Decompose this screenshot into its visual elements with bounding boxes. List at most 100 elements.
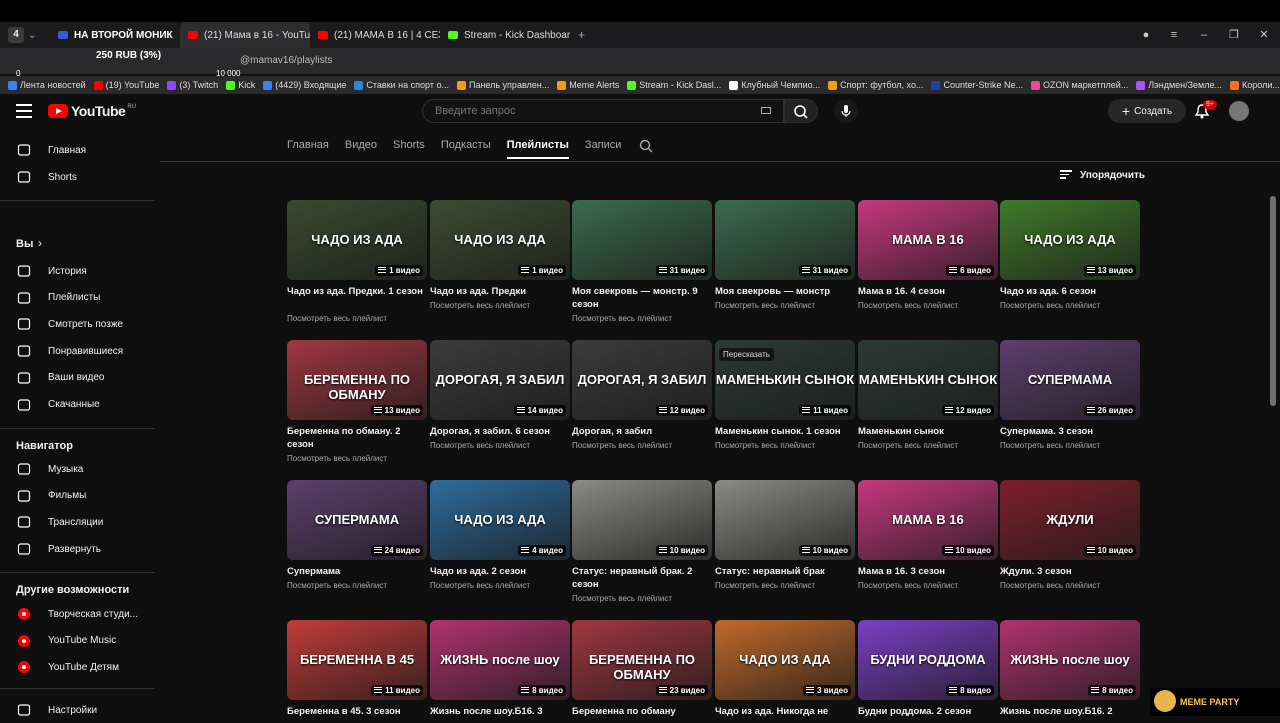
bookmark-item[interactable]: Meme Alerts [557,80,619,90]
minimize-icon[interactable]: – [1190,22,1218,48]
playlist-thumbnail[interactable]: ЖИЗНЬ после шоу 8 видео [1000,620,1140,700]
sidebar-item[interactable]: Развернуть [0,536,160,562]
search-input[interactable] [423,100,743,122]
sidebar-item[interactable]: YouTube Детям [0,654,160,680]
playlist-thumbnail[interactable]: СУПЕРМАМА 26 видео [1000,340,1140,420]
playlist-title[interactable]: Жизнь после шоу.Б16. 2 [1000,705,1140,718]
channel-tab[interactable]: Главная [287,139,329,159]
playlist-title[interactable]: Дорогая, я забил [572,425,712,438]
channel-tab[interactable]: Shorts [393,139,425,159]
playlist-title[interactable]: Чадо из ада. 2 сезон [430,565,570,578]
playlist-title[interactable]: Дорогая, я забил. 6 сезон [430,425,570,438]
view-full-playlist-link[interactable]: Посмотреть весь плейлист [858,581,998,590]
bookmark-item[interactable]: Панель управлен... [456,80,549,90]
playlist-thumbnail[interactable]: ЧАДО ИЗ АДА 13 видео [1000,200,1140,280]
playlist-thumbnail[interactable]: 31 видео [715,200,855,280]
view-full-playlist-link[interactable]: Посмотреть весь плейлист [430,301,570,310]
playlist-title[interactable]: Моя свекровь — монстр. 9 сезон [572,285,712,311]
playlist-title[interactable]: Чадо из ада. Никогда не [715,705,855,718]
view-full-playlist-link[interactable]: Посмотреть весь плейлист [287,581,427,590]
playlist-thumbnail[interactable]: 10 видео [715,480,855,560]
playlist-thumbnail[interactable]: МАМА В 16 6 видео [858,200,998,280]
bookmark-item[interactable]: Counter-Strike Ne... [931,80,1023,90]
playlist-thumbnail[interactable]: 10 видео [572,480,712,560]
search-button[interactable] [784,99,818,123]
playlist-title[interactable]: Супермама. 3 сезон [1000,425,1140,438]
sidebar-item[interactable]: Смотреть позже [0,311,160,337]
playlist-thumbnail[interactable]: МАМЕНЬКИН СЫНОК 12 видео [858,340,998,420]
bookmark-item[interactable]: Короли... [1230,80,1280,90]
bookmark-item[interactable]: Kick [226,80,255,90]
sidebar-item[interactable]: Фильмы [0,483,160,509]
keyboard-icon[interactable] [761,107,771,114]
url-text[interactable]: @mamav16/playlists [240,55,332,66]
playlist-thumbnail[interactable]: ЖДУЛИ 10 видео [1000,480,1140,560]
playlist-title[interactable]: Чадо из ада. 6 сезон [1000,285,1140,298]
playlist-thumbnail[interactable]: БЕРЕМЕННА ПО ОБМАНУ 13 видео [287,340,427,420]
bookmark-item[interactable]: Клубный Чемпио... [729,80,820,90]
restore-icon[interactable]: ❐ [1220,22,1248,48]
create-button[interactable]: + Создать [1108,99,1186,123]
browser-tab[interactable]: Stream - Kick Dashboard [440,22,570,48]
summarize-chip[interactable]: Пересказать [719,348,774,361]
playlist-thumbnail[interactable]: ЧАДО ИЗ АДА 4 видео [430,480,570,560]
tab-count-badge[interactable]: 4 [8,27,24,43]
playlist-title[interactable]: Мама в 16. 3 сезон [858,565,998,578]
channel-tab[interactable]: Записи [585,139,622,159]
playlist-title[interactable]: Маменькин сынок [858,425,998,438]
channel-tab[interactable]: Видео [345,139,377,159]
hamburger-menu-icon[interactable] [16,104,32,118]
avatar[interactable] [1229,101,1249,121]
view-full-playlist-link[interactable]: Посмотреть весь плейлист [715,441,855,450]
playlist-thumbnail[interactable]: МАМЕНЬКИН СЫНОК 11 видео Пересказать [715,340,855,420]
browser-tab[interactable]: НА ВТОРОЙ МОНИК [50,22,180,48]
sidebar-item[interactable]: Ваши видео [0,365,160,391]
bookmark-item[interactable]: (3) Twitch [167,80,218,90]
sidebar-item[interactable]: Плейлисты [0,285,160,311]
sidebar-item[interactable]: YouTube Music [0,628,160,654]
playlist-title[interactable]: Беременна в 45. 3 сезон [287,705,427,718]
view-full-playlist-link[interactable]: Посмотреть весь плейлист [1000,581,1140,590]
playlist-title[interactable]: Супермама [287,565,427,578]
view-full-playlist-link[interactable]: Посмотреть весь плейлист [858,301,998,310]
view-full-playlist-link[interactable]: Посмотреть весь плейлист [430,441,570,450]
view-full-playlist-link[interactable]: Посмотреть весь плейлист [572,594,712,603]
playlist-thumbnail[interactable]: ЖИЗНЬ после шоу 8 видео [430,620,570,700]
sidebar-you-header[interactable]: Вы [16,238,33,250]
bookmark-item[interactable]: Лэндмен/Земле... [1136,80,1222,90]
view-full-playlist-link[interactable]: Посмотреть весь плейлист [572,314,712,323]
playlist-thumbnail[interactable]: ДОРОГАЯ, Я ЗАБИЛ 14 видео [430,340,570,420]
view-full-playlist-link[interactable]: Посмотреть весь плейлист [287,314,427,323]
bookmark-item[interactable]: Ставки на спорт о... [354,80,449,90]
playlist-title[interactable]: Жизнь после шоу.Б16. 3 [430,705,570,718]
view-full-playlist-link[interactable]: Посмотреть весь плейлист [715,581,855,590]
sidebar-item[interactable]: История [0,258,160,284]
playlist-title[interactable]: Моя свекровь — монстр [715,285,855,298]
bookmark-item[interactable]: Stream - Kick Dasl... [627,80,721,90]
browser-tab[interactable]: (21) МАМА В 16 | 4 СЕЗОН [310,22,440,48]
sort-button[interactable]: Упорядочить [1060,170,1145,181]
tab-list-chevron-icon[interactable]: ⌄ [28,30,40,41]
playlist-thumbnail[interactable]: БУДНИ РОДДОМА 8 видео [858,620,998,700]
playlist-title[interactable]: Беременна по обману [572,705,712,718]
playlist-thumbnail[interactable]: ЧАДО ИЗ АДА 1 видео [430,200,570,280]
playlist-title[interactable]: Будни роддома. 2 сезон [858,705,998,718]
playlist-thumbnail[interactable]: СУПЕРМАМА 24 видео [287,480,427,560]
sidebar-item[interactable]: Скачанные [0,392,160,418]
playlist-title[interactable]: Чадо из ада. Предки [430,285,570,298]
profile-icon[interactable]: ● [1132,22,1160,48]
search-box[interactable] [422,99,784,123]
view-full-playlist-link[interactable]: Посмотреть весь плейлист [430,581,570,590]
sidebar-item[interactable]: Shorts [0,164,160,190]
view-full-playlist-link[interactable]: Посмотреть весь плейлист [1000,441,1140,450]
voice-search-button[interactable] [834,99,858,123]
sidebar-item[interactable]: Понравившиеся [0,338,160,364]
playlist-thumbnail[interactable]: БЕРЕМЕННА В 45 11 видео [287,620,427,700]
sidebar-item[interactable]: Творческая студи... [0,601,160,627]
playlist-title[interactable]: Статус: неравный брак [715,565,855,578]
page-scrollbar[interactable] [1270,196,1276,406]
view-full-playlist-link[interactable]: Посмотреть весь плейлист [858,441,998,450]
bookmark-item[interactable]: Лента новостей [8,80,86,90]
bookmark-item[interactable]: (4429) Входящие [263,80,346,90]
close-window-icon[interactable]: ✕ [1250,22,1278,48]
